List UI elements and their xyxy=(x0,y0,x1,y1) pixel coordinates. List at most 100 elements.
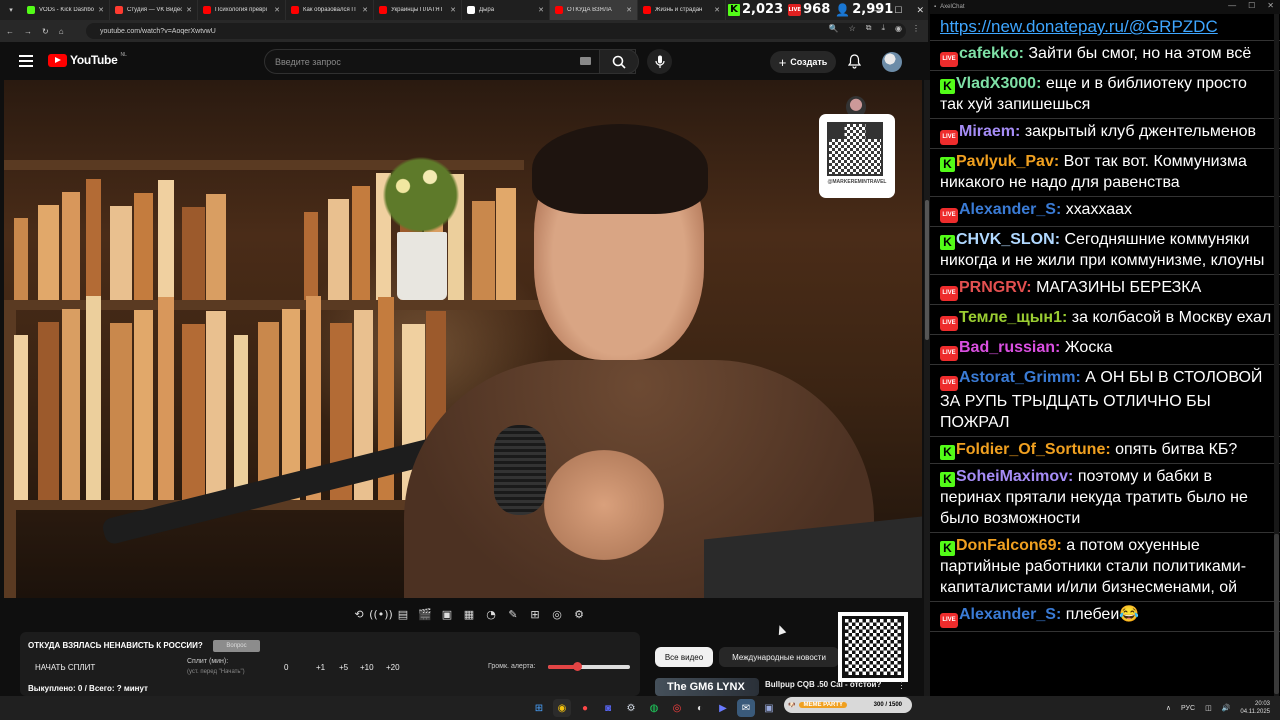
avatar[interactable] xyxy=(882,52,902,72)
close-window-button[interactable]: ✕ xyxy=(916,5,924,16)
keyboard-icon[interactable] xyxy=(580,57,591,65)
close-button[interactable]: ✕ xyxy=(1267,1,1274,10)
home-icon[interactable]: ⌂ xyxy=(59,27,64,36)
back-icon[interactable]: ← xyxy=(6,27,14,36)
chat-username[interactable]: Bad_russian xyxy=(959,339,1055,356)
search-button[interactable] xyxy=(599,49,639,74)
star-icon[interactable]: ☆ xyxy=(849,24,856,33)
chat-username[interactable]: CHVK_SLON xyxy=(956,231,1055,248)
close-tab-icon[interactable]: ✕ xyxy=(538,6,544,14)
slider-handle[interactable] xyxy=(572,662,582,671)
chat-username[interactable]: Miraem xyxy=(959,123,1015,140)
chat-username[interactable]: cafekko xyxy=(959,45,1019,62)
forward-icon[interactable]: → xyxy=(24,27,32,36)
zoom-icon[interactable]: 🔍 xyxy=(829,24,839,33)
opera-icon[interactable]: ◎ xyxy=(668,699,686,717)
media-player-icon[interactable]: ▶ xyxy=(714,699,732,717)
youtube-logo[interactable]: YouTube NL xyxy=(48,52,127,67)
close-tab-icon[interactable]: ✕ xyxy=(186,6,192,14)
browser-tab[interactable]: Жизнь и страдан ✕ xyxy=(638,0,726,20)
speed-icon[interactable]: ◔ xyxy=(482,606,500,622)
create-button[interactable]: + Создать xyxy=(770,51,836,73)
chat-username[interactable]: Astorat_Grimm xyxy=(959,369,1075,386)
chevron-up-icon[interactable]: ∧ xyxy=(1166,704,1171,712)
chrome-icon[interactable]: ◉ xyxy=(553,699,571,717)
clock[interactable]: 20:03 04.11.2025 xyxy=(1240,700,1270,716)
gear-icon[interactable]: ⚙ xyxy=(570,606,588,622)
close-tab-icon[interactable]: ✕ xyxy=(714,6,720,14)
loop-icon[interactable]: ⟲ xyxy=(350,606,368,622)
scrollbar-thumb[interactable] xyxy=(1274,534,1279,694)
profile-icon[interactable]: ◉ xyxy=(895,24,902,33)
browser-tab[interactable]: VODs - Kick Dashbo ✕ xyxy=(22,0,110,20)
start-split-button[interactable]: НАЧАТЬ СПЛИТ xyxy=(35,663,95,672)
reload-icon[interactable]: ↻ xyxy=(42,27,49,36)
pen-icon[interactable]: ✎ xyxy=(504,606,522,622)
browser-tab[interactable]: Украинцы ПЛАТЯТ ✕ xyxy=(374,0,462,20)
voice-search-button[interactable] xyxy=(647,49,672,74)
minimize-button[interactable]: — xyxy=(1228,1,1236,10)
picture-in-picture-icon[interactable]: ▣ xyxy=(438,606,456,622)
chat-username[interactable]: Темле_щын1 xyxy=(959,309,1062,326)
menu-hamburger-icon[interactable] xyxy=(19,55,33,67)
close-tab-icon[interactable]: ✕ xyxy=(274,6,280,14)
close-tab-icon[interactable]: ✕ xyxy=(450,6,456,14)
chat-scrollbar[interactable] xyxy=(1274,14,1279,696)
chip-world-news[interactable]: Международные новости xyxy=(719,647,839,667)
url-field[interactable]: youtube.com/watch?v=AoqerXwtvwU xyxy=(86,23,906,39)
notifications-button[interactable] xyxy=(847,54,862,74)
browser-tab[interactable]: Студия — VK Видео ✕ xyxy=(110,0,198,20)
browser-tab[interactable]: Психология преврі ✕ xyxy=(198,0,286,20)
app-icon[interactable]: ▣ xyxy=(760,699,778,717)
chat-username[interactable]: Pavlyuk_Pav xyxy=(956,153,1054,170)
discord-icon[interactable]: ◙ xyxy=(599,699,617,717)
menu-icon[interactable]: ⋮ xyxy=(912,24,920,33)
add-icon[interactable]: ⊞ xyxy=(526,606,544,622)
download-icon[interactable]: ⤓ xyxy=(881,23,885,33)
screenshot-icon[interactable]: ◎ xyxy=(548,606,566,622)
chat-username[interactable]: DonFalcon69 xyxy=(956,537,1056,554)
obs-icon[interactable]: ◐ xyxy=(691,699,709,717)
recommended-thumbnail[interactable]: The GM6 LYNX xyxy=(655,678,759,696)
start-icon[interactable]: ⊞ xyxy=(530,699,548,717)
chip-all-videos[interactable]: Все видео xyxy=(655,647,713,667)
chat-username[interactable]: VladX3000 xyxy=(956,75,1036,92)
close-tab-icon[interactable]: ✕ xyxy=(626,6,632,14)
browser-tab[interactable]: Как образовался П ✕ xyxy=(286,0,374,20)
donation-link[interactable]: https://new.donatepay.ru/@GRPZDC xyxy=(930,14,1280,41)
chat-username[interactable]: Alexander_S xyxy=(959,201,1056,218)
video-player[interactable]: @MARKEREMINTRAVEL xyxy=(4,80,922,598)
add-1-button[interactable]: +1 xyxy=(316,663,325,672)
browser-tab[interactable]: Дыра ✕ xyxy=(462,0,550,20)
more-vert-icon[interactable]: ⋮ xyxy=(897,680,906,691)
extensions-icon[interactable]: ⧉ xyxy=(866,23,872,33)
preview-icon[interactable]: ▤ xyxy=(394,606,412,622)
scrollbar-thumb[interactable] xyxy=(925,200,929,340)
volume-icon[interactable]: 🔊 xyxy=(1222,704,1231,712)
chat-username[interactable]: SoheiMaximov xyxy=(956,468,1068,485)
clip-icon[interactable]: 🎬 xyxy=(416,606,434,622)
steam-icon[interactable]: ⚙ xyxy=(622,699,640,717)
app-active-icon[interactable]: ✉ xyxy=(737,699,755,717)
spotify-icon[interactable]: ◍ xyxy=(645,699,663,717)
close-tab-icon[interactable]: ✕ xyxy=(362,6,368,14)
language-indicator[interactable]: РУС xyxy=(1181,705,1195,712)
alert-volume-slider[interactable] xyxy=(548,662,630,671)
record-icon[interactable]: ● xyxy=(576,699,594,717)
browser-tab[interactable]: ОТКУДА ВЗЯЛА ✕ xyxy=(550,0,638,20)
add-10-button[interactable]: +10 xyxy=(360,663,374,672)
add-20-button[interactable]: +20 xyxy=(386,663,400,672)
panel-badge[interactable]: Вопрос xyxy=(213,640,260,652)
tab-list-button[interactable]: ▾ xyxy=(0,0,22,20)
broadcast-icon[interactable]: ((•)) xyxy=(369,606,393,622)
maximize-button[interactable]: ☐ xyxy=(894,5,902,16)
recommended-title[interactable]: Bullpup CQB .50 Cal - отстой? xyxy=(765,680,881,689)
chat-username[interactable]: PRNGRV xyxy=(959,279,1026,296)
network-icon[interactable]: ◫ xyxy=(1205,704,1212,712)
close-tab-icon[interactable]: ✕ xyxy=(98,6,104,14)
chat-username[interactable]: Alexander_S xyxy=(959,606,1056,623)
maximize-button[interactable]: ☐ xyxy=(1248,1,1255,10)
chat-username[interactable]: Foldier_Of_Sortune xyxy=(956,441,1105,458)
film-icon[interactable]: ▦ xyxy=(460,606,478,622)
add-5-button[interactable]: +5 xyxy=(339,663,348,672)
